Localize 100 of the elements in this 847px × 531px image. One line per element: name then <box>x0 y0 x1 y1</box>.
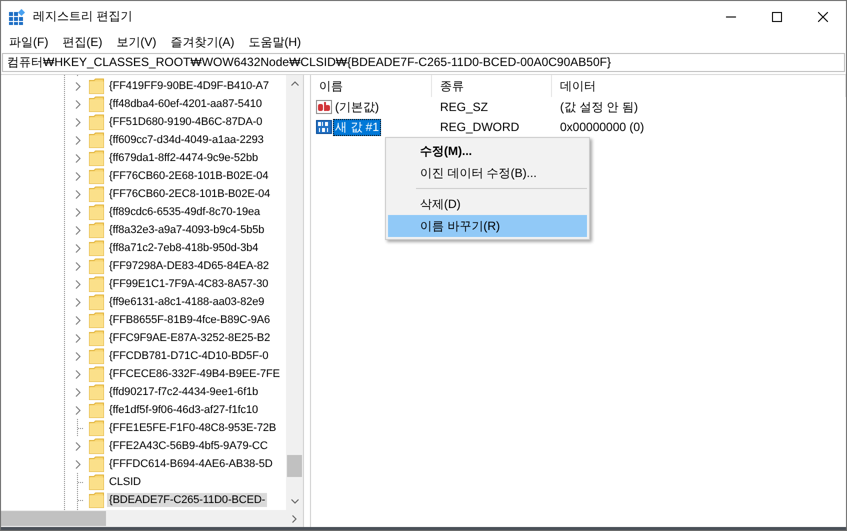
value-type: REG_SZ <box>439 100 490 114</box>
expand-chevron-icon[interactable] <box>75 190 81 198</box>
folder-icon <box>89 78 104 94</box>
folder-icon <box>89 492 104 508</box>
string-value-icon <box>316 99 332 115</box>
value-data: (값 설정 안 됨) <box>559 98 639 116</box>
tree-item[interactable]: {FF51D680-9190-4B6C-87DA-0 <box>107 115 264 129</box>
folder-icon <box>89 114 104 130</box>
folder-icon <box>89 366 104 382</box>
folder-icon <box>89 168 104 184</box>
tree-item[interactable]: CLSID <box>107 475 143 489</box>
value-data: 0x00000000 (0) <box>559 120 646 134</box>
tree-item[interactable]: {FFE2A43C-56B9-4bf5-9A79-CC <box>107 439 270 453</box>
menu-item[interactable]: 삭제(D) <box>388 193 587 215</box>
tree-item[interactable]: {FF76CB60-2E68-101B-B02E-04 <box>107 169 270 183</box>
scroll-right-icon[interactable] <box>292 514 297 522</box>
close-icon <box>818 12 828 22</box>
expand-chevron-icon[interactable] <box>75 352 81 360</box>
scroll-thumb[interactable] <box>287 455 302 477</box>
tree-item[interactable]: {FFFDC614-B694-4AE6-AB38-5D <box>107 457 275 471</box>
folder-icon <box>89 456 104 472</box>
tree-item[interactable]: {ffe1df5f-9f06-46d3-af27-f1fc10 <box>107 403 260 417</box>
horizontal-scrollbar[interactable] <box>1 510 303 527</box>
expand-chevron-icon[interactable] <box>75 442 81 450</box>
expand-chevron-icon[interactable] <box>75 136 81 144</box>
tree-item[interactable]: {ff48dba4-60ef-4201-aa87-5410 <box>107 97 264 111</box>
tree-item[interactable]: {FFB8655F-81B9-4fce-B89C-9A6 <box>107 313 272 327</box>
expand-chevron-icon[interactable] <box>75 100 81 108</box>
maximize-icon <box>772 12 782 22</box>
tree-item[interactable]: {ff609cc7-d34d-4049-a1aa-2293 <box>107 133 266 147</box>
tree-item[interactable]: {FFC9F9AE-E87A-3252-8E25-B2 <box>107 331 272 345</box>
expand-chevron-icon[interactable] <box>75 226 81 234</box>
tree-item[interactable]: {ff89cdc6-6535-49df-8c70-19ea <box>107 205 262 219</box>
tree-item[interactable]: {ff8a71c2-7eb8-418b-950d-3b4 <box>107 241 260 255</box>
menu-item[interactable]: 보기(V) <box>109 34 164 51</box>
expand-chevron-icon[interactable] <box>75 388 81 396</box>
expand-chevron-icon[interactable] <box>75 298 81 306</box>
tree-item[interactable]: {FFCECE86-332F-49B4-B9EE-7FE <box>107 367 282 381</box>
tree-item[interactable]: {FF419FF9-90BE-4D9F-B410-A7 <box>107 79 271 93</box>
scroll-down-icon[interactable] <box>290 499 298 504</box>
folder-icon <box>89 150 104 166</box>
tree-item[interactable]: {FF97298A-DE83-4D65-84EA-82 <box>107 259 271 273</box>
folder-icon <box>89 186 104 202</box>
expand-chevron-icon[interactable] <box>75 316 81 324</box>
scroll-up-icon[interactable] <box>290 81 298 86</box>
menu-item[interactable]: 편집(E) <box>55 34 110 51</box>
tree-item[interactable]: {ff679da1-8ff2-4474-9c9e-52bb <box>107 151 260 165</box>
folder-icon <box>89 276 104 292</box>
folder-icon <box>89 384 104 400</box>
folder-icon <box>89 204 104 220</box>
expand-chevron-icon[interactable] <box>75 82 81 90</box>
expand-chevron-icon[interactable] <box>75 280 81 288</box>
folder-icon <box>89 294 104 310</box>
folder-icon <box>89 438 104 454</box>
address-field[interactable]: 컴퓨터₩HKEY_CLASSES_ROOT₩WOW6432Node₩CLSID₩{BDEADE7F-C265-11D0-BCED-00A0C90AB50F} <box>2 53 845 72</box>
folder-icon <box>89 258 104 274</box>
folder-icon <box>89 96 104 112</box>
tree-item[interactable]: {FF76CB60-2EC8-101B-B02E-04 <box>107 187 272 201</box>
expand-chevron-icon[interactable] <box>75 460 81 468</box>
vertical-scrollbar[interactable] <box>286 75 303 510</box>
tree-item[interactable]: {ff8a32e3-a9a7-4093-b9c4-5b5b <box>107 223 266 237</box>
registry-app-icon <box>9 8 25 24</box>
folder-icon <box>89 222 104 238</box>
value-type: REG_DWORD <box>439 120 520 134</box>
folder-icon <box>89 132 104 148</box>
expand-chevron-icon[interactable] <box>75 208 81 216</box>
menu-item[interactable]: 즐겨찾기(A) <box>163 34 242 51</box>
tree-item[interactable]: {ffd90217-f7c2-4434-9ee1-6f1b <box>107 385 260 399</box>
folder-icon <box>89 348 104 364</box>
folder-icon <box>89 240 104 256</box>
menu-item[interactable]: 도움말(H) <box>241 34 308 51</box>
expand-chevron-icon[interactable] <box>75 244 81 252</box>
value-name[interactable]: (기본값) <box>333 98 381 116</box>
tree-item[interactable]: {FFE1E5FE-F1F0-48C8-953E-72B <box>107 421 278 435</box>
tree-item[interactable]: {FFCDB781-D71C-4D10-BD5F-0 <box>107 349 270 363</box>
value-name[interactable]: 새 값 #1 <box>333 118 382 136</box>
menu-item[interactable]: 파일(F) <box>2 34 56 51</box>
column-header[interactable]: 이름 <box>311 75 432 97</box>
menu-item[interactable]: 이름 바꾸기(R) <box>388 215 587 237</box>
tree-item[interactable]: {ff9e6131-a8c1-4188-aa03-82e9 <box>107 295 266 309</box>
expand-chevron-icon[interactable] <box>75 118 81 126</box>
expand-chevron-icon[interactable] <box>75 370 81 378</box>
folder-icon <box>89 312 104 328</box>
column-header[interactable]: 데이터 <box>552 75 846 97</box>
menu-item[interactable]: 이진 데이터 수정(B)... <box>388 162 587 184</box>
tree-item[interactable]: {FF99E1C1-7F9A-4C83-8A57-30 <box>107 277 270 291</box>
window-title: 레지스트리 편집기 <box>33 8 132 25</box>
binary-value-icon <box>316 119 332 135</box>
folder-icon <box>89 330 104 346</box>
menu-item[interactable]: 수정(M)... <box>388 140 587 162</box>
column-header[interactable]: 종류 <box>432 75 552 97</box>
expand-chevron-icon[interactable] <box>75 154 81 162</box>
expand-chevron-icon[interactable] <box>75 262 81 270</box>
expand-chevron-icon[interactable] <box>75 334 81 342</box>
expand-chevron-icon[interactable] <box>75 172 81 180</box>
folder-icon <box>89 474 104 490</box>
folder-icon <box>89 420 104 436</box>
scroll-thumb[interactable] <box>1 511 106 526</box>
expand-chevron-icon[interactable] <box>75 406 81 414</box>
tree-item[interactable]: {BDEADE7F-C265-11D0-BCED- <box>107 493 268 507</box>
